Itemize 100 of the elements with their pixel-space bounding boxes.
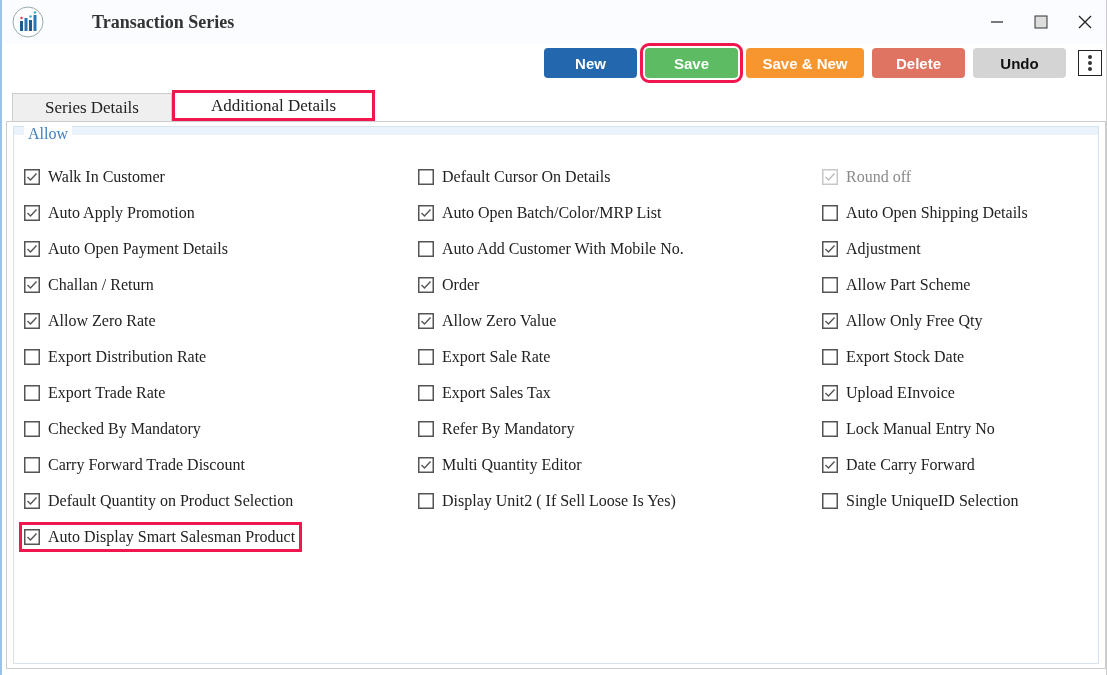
checkbox[interactable] [418, 349, 434, 365]
option-label: Carry Forward Trade Discount [48, 456, 245, 474]
option-label: Export Sale Rate [442, 348, 551, 366]
checkbox-option[interactable]: Single UniqueID Selection [820, 489, 1023, 513]
checkbox[interactable] [418, 313, 434, 329]
checkbox-option[interactable]: Checked By Mandatory [22, 417, 205, 441]
close-icon [1078, 15, 1092, 29]
checkbox-option[interactable]: Allow Part Scheme [820, 273, 975, 297]
checkbox[interactable] [418, 457, 434, 473]
checkbox[interactable] [822, 421, 838, 437]
checkbox[interactable] [24, 277, 40, 293]
checkbox[interactable] [24, 349, 40, 365]
checkbox-option[interactable]: Challan / Return [22, 273, 158, 297]
checkbox-option[interactable]: Carry Forward Trade Discount [22, 453, 249, 477]
checkbox-option[interactable]: Date Carry Forward [820, 453, 979, 477]
checkbox[interactable] [822, 313, 838, 329]
checkbox[interactable] [822, 349, 838, 365]
checkbox-option[interactable]: Walk In Customer [22, 165, 169, 189]
option-label: Default Cursor On Details [442, 168, 611, 186]
checkbox-option[interactable]: Export Stock Date [820, 345, 969, 369]
checkbox-option[interactable]: Upload EInvoice [820, 381, 959, 405]
option-label: Auto Display Smart Salesman Product [48, 528, 296, 546]
checkbox-option[interactable]: Auto Open Payment Details [22, 237, 232, 261]
checkbox-option[interactable]: Export Sale Rate [416, 345, 555, 369]
checkbox[interactable] [822, 385, 838, 401]
checkbox[interactable] [24, 169, 40, 185]
option-label: Round off [846, 168, 912, 186]
option-label: Auto Open Batch/Color/MRP List [442, 204, 662, 222]
option-label: Walk In Customer [48, 168, 165, 186]
checkbox[interactable] [24, 493, 40, 509]
option-label: Date Carry Forward [846, 456, 975, 474]
tab[interactable]: Series Details [12, 93, 172, 121]
option-label: Adjustment [846, 240, 921, 258]
option-label: Display Unit2 ( If Sell Loose Is Yes) [442, 492, 676, 510]
vertical-dots-icon [1087, 54, 1093, 72]
option-label: Upload EInvoice [846, 384, 955, 402]
bar-chart-icon [12, 6, 44, 38]
checkbox[interactable] [418, 421, 434, 437]
checkbox-option[interactable]: Refer By Mandatory [416, 417, 579, 441]
window-title: Transaction Series [92, 11, 235, 33]
checkbox[interactable] [24, 529, 40, 545]
more-options-button[interactable] [1078, 50, 1102, 76]
option-label: Export Sales Tax [442, 384, 551, 402]
option-label: Challan / Return [48, 276, 154, 294]
checkbox-option[interactable]: Display Unit2 ( If Sell Loose Is Yes) [416, 489, 680, 513]
maximize-icon [1034, 15, 1048, 29]
checkbox[interactable] [24, 205, 40, 221]
option-label: Default Quantity on Product Selection [48, 492, 294, 510]
checkbox[interactable] [24, 241, 40, 257]
checkbox[interactable] [822, 241, 838, 257]
checkbox[interactable] [418, 205, 434, 221]
option-label: Allow Zero Rate [48, 312, 156, 330]
option-label: Allow Zero Value [442, 312, 557, 330]
option-label: Export Trade Rate [48, 384, 166, 402]
checkbox-option[interactable]: Auto Open Batch/Color/MRP List [416, 201, 666, 225]
checkbox-option[interactable]: Auto Add Customer With Mobile No. [416, 237, 688, 261]
checkbox[interactable] [822, 205, 838, 221]
checkbox[interactable] [418, 385, 434, 401]
checkbox[interactable] [418, 241, 434, 257]
checkbox[interactable] [24, 421, 40, 437]
toolbar-button[interactable]: Undo [973, 48, 1066, 78]
checkbox-option[interactable]: Adjustment [820, 237, 925, 261]
checkbox[interactable] [24, 457, 40, 473]
checkbox-option[interactable]: Default Cursor On Details [416, 165, 615, 189]
option-label: Multi Quantity Editor [442, 456, 582, 474]
checkbox-option[interactable]: Order [416, 273, 484, 297]
checkbox-option[interactable]: Export Sales Tax [416, 381, 555, 405]
checkbox-option[interactable]: Lock Manual Entry No [820, 417, 999, 441]
checkbox-option[interactable]: Auto Display Smart Salesman Product [22, 525, 300, 549]
checkbox[interactable] [822, 277, 838, 293]
option-label: Order [442, 276, 480, 294]
checkbox-option[interactable]: Export Distribution Rate [22, 345, 211, 369]
option-label: Auto Open Shipping Details [846, 204, 1028, 222]
checkbox-option[interactable]: Allow Zero Value [416, 309, 561, 333]
option-label: Lock Manual Entry No [846, 420, 995, 438]
checkbox[interactable] [418, 169, 434, 185]
option-label: Auto Apply Promotion [48, 204, 195, 222]
option-label: Auto Add Customer With Mobile No. [442, 240, 684, 258]
option-label: Refer By Mandatory [442, 420, 575, 438]
checkbox-option[interactable]: Export Trade Rate [22, 381, 170, 405]
option-label: Checked By Mandatory [48, 420, 201, 438]
toolbar-button[interactable]: New [544, 48, 637, 78]
checkbox-option[interactable]: Auto Apply Promotion [22, 201, 199, 225]
option-label: Allow Part Scheme [846, 276, 971, 294]
checkbox-option[interactable]: Multi Quantity Editor [416, 453, 586, 477]
option-label: Auto Open Payment Details [48, 240, 228, 258]
option-label: Export Distribution Rate [48, 348, 207, 366]
checkbox-option[interactable]: Auto Open Shipping Details [820, 201, 1032, 225]
checkbox-option[interactable]: Allow Only Free Qty [820, 309, 987, 333]
checkbox[interactable] [822, 493, 838, 509]
checkbox[interactable] [24, 385, 40, 401]
checkbox[interactable] [24, 313, 40, 329]
option-label: Allow Only Free Qty [846, 312, 983, 330]
tab[interactable]: Additional Details [171, 90, 376, 121]
checkbox[interactable] [822, 457, 838, 473]
checkbox-option[interactable]: Default Quantity on Product Selection [22, 489, 298, 513]
checkbox-option[interactable]: Allow Zero Rate [22, 309, 160, 333]
option-label: Single UniqueID Selection [846, 492, 1019, 510]
checkbox[interactable] [418, 493, 434, 509]
checkbox[interactable] [418, 277, 434, 293]
